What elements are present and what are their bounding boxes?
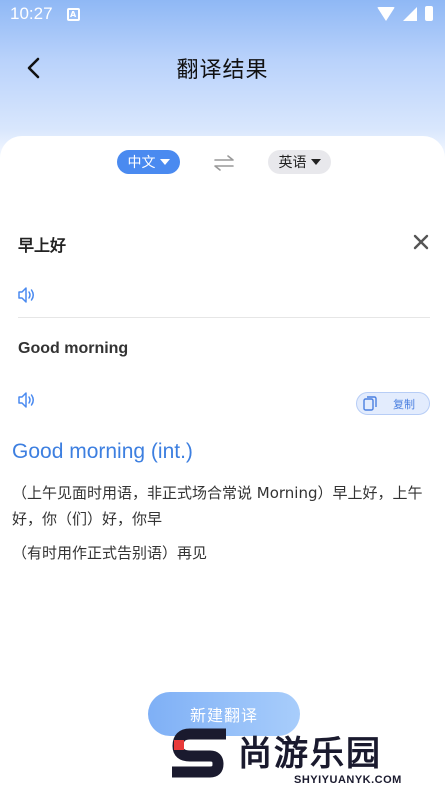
divider: [18, 317, 430, 318]
copy-button[interactable]: 复制: [356, 392, 430, 415]
page-title: 翻译结果: [176, 58, 269, 83]
close-icon[interactable]: [411, 232, 431, 252]
caret-down-icon: [159, 159, 170, 165]
source-language-label: 中文: [127, 155, 156, 171]
source-text[interactable]: 早上好: [18, 232, 66, 256]
status-icons: [377, 6, 433, 21]
watermark-name: 尚游乐园: [238, 734, 382, 774]
translated-text: Good morning: [18, 340, 129, 357]
dictionary-definition: （有时用作正式告别语）再见: [12, 544, 208, 562]
header: 翻译结果: [0, 40, 445, 96]
dictionary-headword: Good morning (int.): [12, 440, 193, 463]
battery-icon: [425, 6, 433, 21]
dictionary-definition: （上午见面时用语，非正式场合常说 Morning）早上好，上午好，你（们）好，你…: [12, 484, 423, 528]
wifi-icon: [377, 6, 395, 21]
status-bar: 10:27 A: [0, 0, 445, 28]
back-button[interactable]: [18, 52, 50, 84]
copy-label: 复制: [393, 397, 415, 411]
watermark-url: SHYIYUANYK.COM: [294, 774, 402, 786]
source-language-select[interactable]: 中文: [117, 150, 180, 174]
status-time: 10:27: [10, 4, 53, 23]
swap-arrows-icon[interactable]: [212, 152, 236, 174]
caret-down-icon: [310, 159, 321, 165]
target-language-select[interactable]: 英语: [268, 150, 331, 174]
copy-icon: [363, 396, 377, 411]
watermark: 尚游乐园 SHYIYUANYK.COM: [166, 724, 445, 794]
target-language-label: 英语: [278, 155, 307, 171]
watermark-logo-icon: [172, 728, 226, 778]
speaker-icon[interactable]: [17, 286, 37, 304]
signal-icon: [403, 6, 417, 21]
notification-icon: A: [66, 7, 80, 21]
result-card: 中文 英语 早上好 Good morning 复制 Good morning (…: [0, 136, 445, 794]
language-selector: 中文 英语: [0, 150, 445, 176]
speaker-icon[interactable]: [17, 391, 37, 409]
chevron-left-icon: [27, 57, 40, 79]
